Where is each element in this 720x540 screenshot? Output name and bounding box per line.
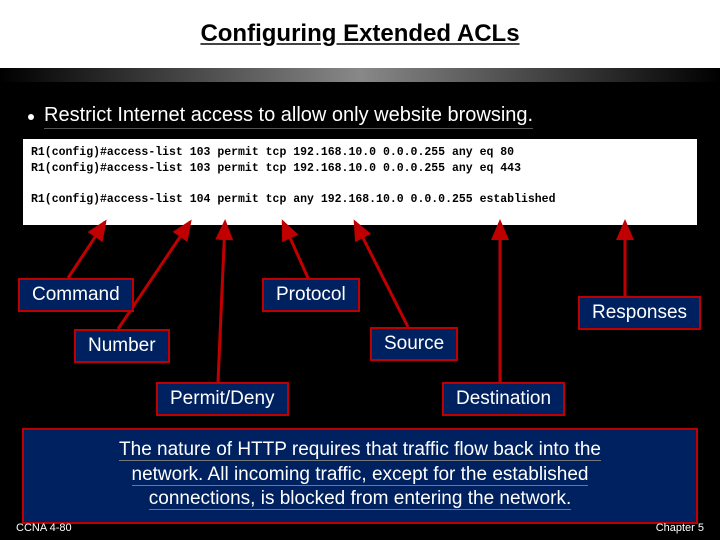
note-line3a: connections,: [149, 488, 256, 510]
footer-right: Chapter 5: [656, 522, 704, 534]
bullet-text: Restrict Internet access to allow only w…: [44, 104, 533, 129]
label-protocol: Protocol: [262, 278, 360, 312]
label-source: Source: [370, 327, 458, 361]
cli-output-box: R1(config)#access-list 103 permit tcp 19…: [22, 138, 698, 226]
title-area: Configuring Extended ACLs: [0, 0, 720, 68]
label-number: Number: [74, 329, 170, 363]
note-line3b: is blocked from entering the network.: [255, 488, 571, 510]
page-title: Configuring Extended ACLs: [200, 20, 519, 48]
content-area: Restrict Internet access to allow only w…: [0, 82, 720, 540]
code-line-1: R1(config)#access-list 103 permit tcp 19…: [31, 146, 514, 159]
code-line-3: R1(config)#access-list 104 permit tcp an…: [31, 193, 556, 206]
label-permit-deny: Permit/Deny: [156, 382, 289, 416]
bullet-icon: [28, 114, 34, 120]
label-command: Command: [18, 278, 134, 312]
footer-left: CCNA 4-80: [16, 522, 72, 534]
label-responses: Responses: [578, 296, 701, 330]
divider-bar: [0, 68, 720, 82]
bullet-item: Restrict Internet access to allow only w…: [28, 104, 533, 129]
note-box: The nature of HTTP requires that traffic…: [22, 428, 698, 524]
code-line-2: R1(config)#access-list 103 permit tcp 19…: [31, 162, 521, 175]
note-line1: The nature of HTTP requires that traffic…: [119, 439, 601, 461]
label-destination: Destination: [442, 382, 565, 416]
note-line2b: except for the established: [372, 464, 589, 486]
note-line2a: network. All incoming traffic,: [132, 464, 372, 486]
